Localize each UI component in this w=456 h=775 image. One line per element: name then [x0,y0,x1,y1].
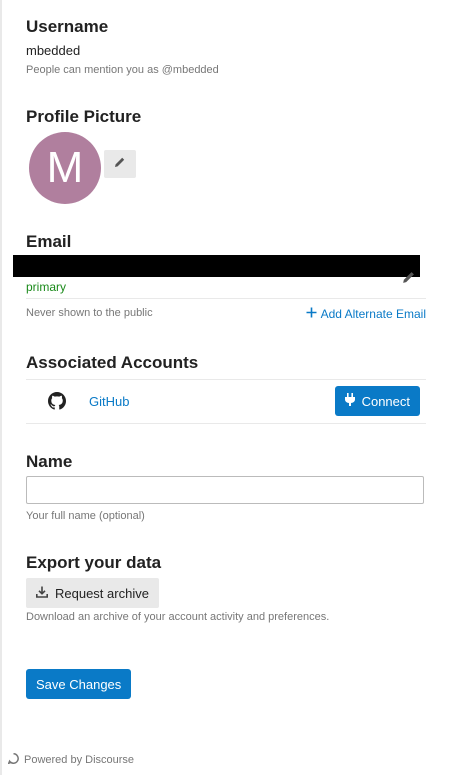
add-alternate-email-button[interactable]: Add Alternate Email [306,307,426,321]
email-note: Never shown to the public [26,307,153,319]
avatar: M [29,132,101,204]
export-heading: Export your data [26,553,162,572]
connect-github-button[interactable]: Connect [334,386,420,416]
powered-by-discourse[interactable]: Powered by Discourse [7,753,135,767]
name-note: Your full name (optional) [26,510,145,522]
download-icon [36,586,48,601]
redacted-email [13,255,420,277]
name-input[interactable] [26,476,424,504]
edit-avatar-button[interactable] [104,150,136,178]
associated-accounts-heading: Associated Accounts [26,353,199,372]
pencil-icon[interactable] [402,270,416,289]
name-heading: Name [26,452,73,471]
pencil-icon [114,155,126,173]
connect-label: Connect [361,393,410,409]
save-changes-button[interactable]: Save Changes [26,669,132,699]
profile-picture-heading: Profile Picture [26,107,142,126]
export-note: Download an archive of your account acti… [26,611,330,623]
username-note: People can mention you as @mbedded [26,64,219,76]
primary-email-badge: primary [26,280,67,294]
plus-icon [306,307,317,321]
powered-by-label: Powered by Discourse [24,754,135,766]
add-alternate-email-label: Add Alternate Email [320,307,426,321]
username-value: mbedded [26,43,81,58]
associated-account-row: GitHub Connect [26,379,426,424]
left-border [0,0,2,775]
email-heading: Email [26,232,72,251]
discourse-icon [7,753,19,767]
github-provider-label[interactable]: GitHub [89,394,129,409]
email-divider [26,298,426,299]
request-archive-button[interactable]: Request archive [26,578,159,608]
plug-icon [344,393,355,409]
username-heading: Username [26,17,109,36]
github-icon [48,392,66,415]
request-archive-label: Request archive [55,585,149,601]
